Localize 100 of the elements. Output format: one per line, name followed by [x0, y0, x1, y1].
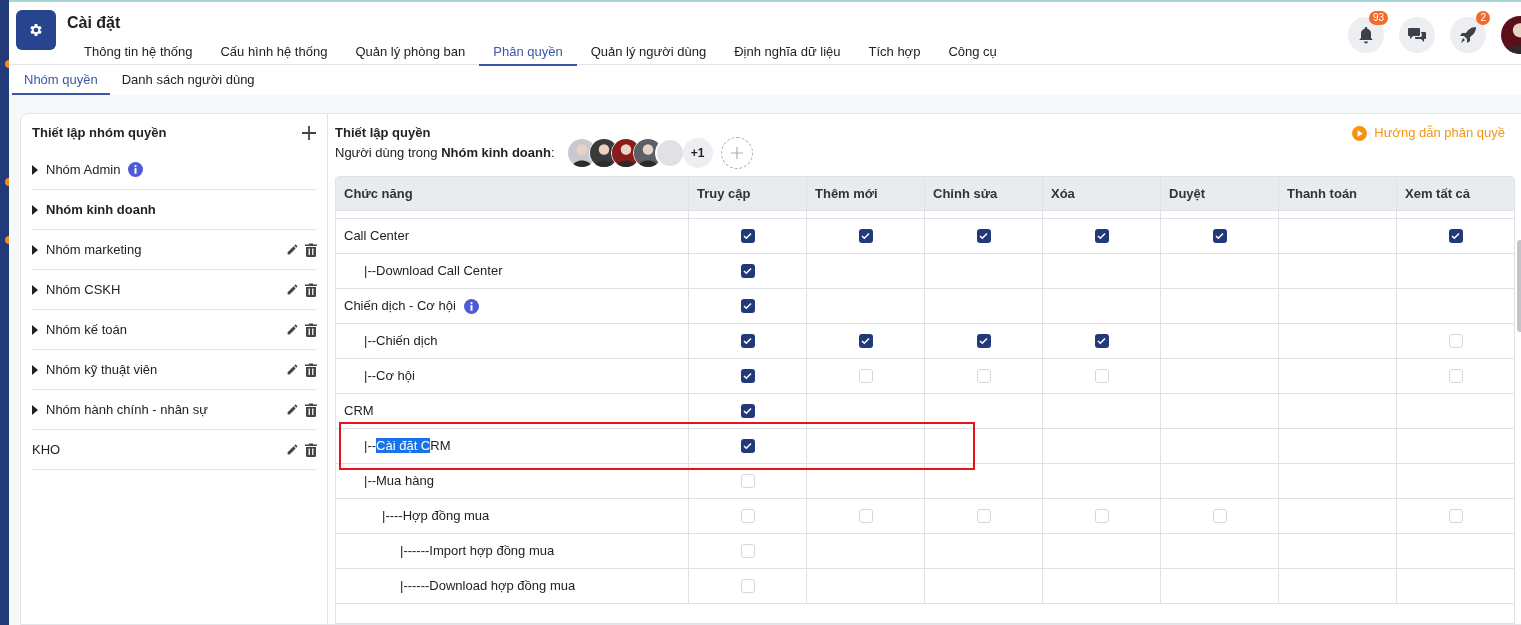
- column-header: Thêm mới: [806, 177, 924, 210]
- checkbox[interactable]: [1094, 229, 1109, 243]
- checkbox[interactable]: [1212, 229, 1227, 243]
- nav-tab[interactable]: Thông tin hệ thống: [70, 40, 207, 66]
- group-item[interactable]: Nhóm kế toán: [32, 310, 317, 350]
- checkbox[interactable]: [740, 369, 755, 383]
- group-item[interactable]: Nhóm kinh doanh: [32, 190, 317, 230]
- group-name: Nhóm kế toán: [46, 320, 127, 339]
- caret-icon[interactable]: [32, 204, 38, 215]
- checkbox[interactable]: [976, 509, 991, 523]
- group-item[interactable]: Nhóm marketing: [32, 230, 317, 270]
- edit-icon[interactable]: [286, 323, 299, 336]
- checkbox[interactable]: [858, 334, 873, 348]
- nav-tab[interactable]: Phân quyền: [479, 40, 577, 66]
- checkbox[interactable]: [1448, 509, 1463, 523]
- notification-badge: 93: [1368, 11, 1388, 25]
- trash-icon[interactable]: [305, 362, 317, 377]
- function-name: Call Center: [344, 227, 410, 246]
- nav-tab[interactable]: Quản lý phòng ban: [341, 40, 480, 66]
- trash-icon[interactable]: [305, 282, 317, 297]
- column-header: Chức năng: [343, 184, 414, 203]
- caret-icon[interactable]: [32, 324, 38, 335]
- group-item[interactable]: Nhóm CSKH: [32, 270, 317, 310]
- trash-icon[interactable]: [305, 442, 317, 457]
- checkbox[interactable]: [1448, 229, 1463, 243]
- checkbox[interactable]: [1212, 509, 1227, 523]
- checkbox[interactable]: [858, 509, 873, 523]
- checkbox[interactable]: [740, 579, 755, 593]
- trash-icon[interactable]: [305, 242, 317, 257]
- group-item[interactable]: Nhóm Admin: [32, 150, 317, 190]
- notification-badge: 2: [1476, 11, 1490, 25]
- add-icon[interactable]: [301, 125, 317, 141]
- more-users-count: +1: [682, 138, 713, 168]
- sub-tab[interactable]: Danh sách người dùng: [109, 66, 267, 95]
- checkbox[interactable]: [976, 334, 991, 348]
- column-header: Thanh toán: [1278, 177, 1396, 210]
- group-item[interactable]: Nhóm kỹ thuật viên: [32, 350, 317, 390]
- caret-icon[interactable]: [32, 244, 38, 255]
- settings-app-icon[interactable]: [16, 10, 56, 50]
- nav-tab[interactable]: Quản lý người dùng: [576, 40, 721, 66]
- function-name: |------Download hợp đồng mua: [400, 577, 576, 596]
- checkbox[interactable]: [740, 474, 755, 488]
- edit-icon[interactable]: [286, 443, 299, 456]
- checkbox[interactable]: [740, 404, 755, 418]
- caret-icon[interactable]: [32, 364, 38, 375]
- checkbox[interactable]: [1094, 334, 1109, 348]
- caret-icon[interactable]: [32, 164, 38, 175]
- add-icon: [730, 147, 743, 159]
- panel-title: Thiết lập nhóm quyền: [32, 124, 167, 143]
- group-name: Nhóm marketing: [46, 240, 142, 259]
- column-header: Xóa: [1042, 177, 1160, 210]
- checkbox[interactable]: [858, 369, 873, 383]
- checkbox[interactable]: [976, 229, 991, 243]
- caret-icon[interactable]: [32, 404, 38, 415]
- checkbox[interactable]: [1448, 369, 1463, 383]
- edit-icon[interactable]: [286, 283, 299, 296]
- function-name: |----Hợp đồng mua: [382, 507, 490, 526]
- edit-icon[interactable]: [286, 243, 299, 256]
- caret-icon[interactable]: [32, 284, 38, 295]
- checkbox[interactable]: [1094, 509, 1109, 523]
- group-name: Nhóm Admin: [46, 160, 121, 179]
- checkbox[interactable]: [1094, 369, 1109, 383]
- group-item[interactable]: Nhóm hành chính - nhân sự: [32, 390, 317, 430]
- function-name: |--Mua hàng: [364, 472, 434, 491]
- function-name: |--Download Call Center: [364, 262, 503, 281]
- gear-icon: [28, 22, 44, 38]
- checkbox[interactable]: [740, 544, 755, 558]
- column-header: Truy cập: [688, 177, 806, 210]
- rocket-icon: [1459, 26, 1477, 44]
- group-name: Nhóm kinh doanh: [46, 200, 156, 219]
- function-name: |--Cơ hội: [364, 367, 415, 386]
- checkbox[interactable]: [1448, 334, 1463, 348]
- page-title: Cài đặt: [67, 13, 121, 33]
- chat-icon: [1408, 27, 1426, 43]
- checkbox[interactable]: [740, 264, 755, 278]
- nav-tab[interactable]: Công cụ: [934, 40, 1011, 66]
- edit-icon[interactable]: [286, 403, 299, 416]
- column-header: Chỉnh sửa: [924, 177, 1042, 210]
- play-icon: [1352, 125, 1368, 141]
- nav-tab[interactable]: Tích hợp: [854, 40, 935, 66]
- edit-icon[interactable]: [286, 363, 299, 376]
- function-name: |------Import hợp đồng mua: [400, 542, 555, 561]
- checkbox[interactable]: [740, 229, 755, 243]
- checkbox[interactable]: [740, 299, 755, 313]
- checkbox[interactable]: [740, 334, 755, 348]
- checkbox[interactable]: [740, 509, 755, 523]
- user-avatar[interactable]: [654, 138, 685, 168]
- column-header: Xem tất cả: [1396, 177, 1514, 210]
- trash-icon[interactable]: [305, 402, 317, 417]
- nav-tab[interactable]: Định nghĩa dữ liệu: [720, 40, 855, 66]
- nav-tab[interactable]: Cấu hình hệ thống: [206, 40, 342, 66]
- checkbox[interactable]: [976, 369, 991, 383]
- info-icon: [463, 298, 479, 314]
- group-name: Nhóm CSKH: [46, 280, 121, 299]
- checkbox[interactable]: [740, 439, 755, 453]
- trash-icon[interactable]: [305, 322, 317, 337]
- checkbox[interactable]: [858, 229, 873, 243]
- bell-icon: [1358, 26, 1374, 44]
- group-item[interactable]: KHO: [32, 430, 317, 470]
- chat-button[interactable]: [1399, 17, 1435, 53]
